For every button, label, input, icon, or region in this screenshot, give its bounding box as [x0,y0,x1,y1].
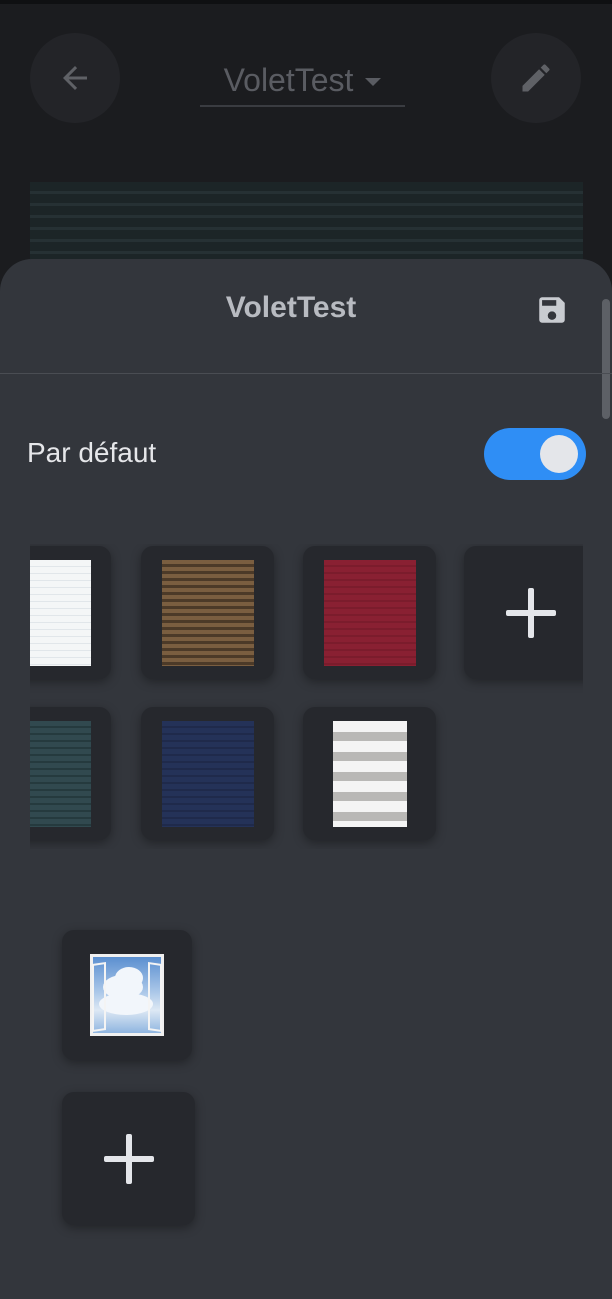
window-background-tile[interactable] [62,930,192,1060]
texture-tile-brown[interactable] [141,546,274,679]
texture-tile-white[interactable] [30,546,111,679]
default-label: Par défaut [27,437,157,468]
edit-button[interactable] [491,33,581,123]
teal-blind-swatch [30,720,91,827]
red-blind-swatch [323,559,416,666]
plus-icon-vertical [527,587,534,638]
window-sky-image [90,954,164,1036]
shutter-selector-label: VoletTest [223,61,354,98]
texture-tile-red[interactable] [303,546,436,679]
white-blind-swatch [30,559,91,666]
texture-grid [30,544,583,849]
add-background-button[interactable] [62,1092,195,1225]
pencil-icon [522,64,550,92]
texture-sheet: VoletTest Par défaut [0,259,612,1299]
default-toggle[interactable] [484,428,586,480]
top-edge [0,0,612,4]
divider [0,373,612,374]
shutter-selector[interactable]: VoletTest [200,55,405,107]
texture-tile-teal[interactable] [30,707,111,840]
texture-tile-navy[interactable] [141,707,274,840]
scrollbar[interactable] [602,299,610,419]
save-button[interactable] [535,293,569,327]
arrow-left-icon [63,66,87,90]
add-texture-button[interactable] [464,546,583,679]
navy-blind-swatch [161,720,254,827]
floppy-disk-icon [539,297,565,323]
plus-icon-vertical [125,1133,132,1184]
caret-down-icon [365,78,382,86]
toggle-knob [540,435,578,473]
sheet-title: VoletTest [225,291,357,324]
striped-blind-swatch [332,720,407,827]
texture-tile-striped[interactable] [303,707,436,840]
brown-blind-swatch [161,559,254,666]
shutter-preview [30,182,583,262]
back-button[interactable] [30,33,120,123]
